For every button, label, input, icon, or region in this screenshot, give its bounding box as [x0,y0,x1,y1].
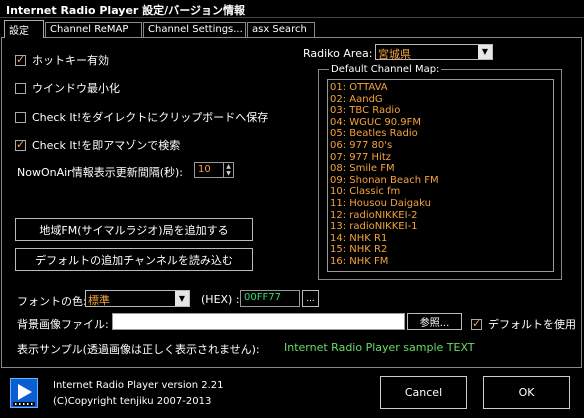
hex-color-input[interactable]: 00FF77 [240,290,300,307]
tab-asx-search[interactable]: asx Search [247,22,315,38]
chevron-down-icon: ▼ [175,291,189,306]
list-item[interactable]: 09: Shonan Beach FM [330,175,551,187]
chevron-down-icon: ▼ [478,45,492,59]
list-item[interactable]: 01: OTTAVA [330,82,551,94]
clipboard-checkbox[interactable] [15,111,26,123]
version-text: Internet Radio Player version 2.21 [53,380,224,391]
font-color-select[interactable]: 標準 ▼ [85,290,190,307]
radiko-area-select[interactable]: 宮城県 ▼ [375,44,493,61]
list-item[interactable]: 02: AandG [330,94,551,106]
channel-map-list[interactable]: 01: OTTAVA 02: AandG 03: TBC Radio 04: W… [327,79,554,272]
list-item[interactable]: 13: radioNIKKEI-1 [330,221,551,233]
list-item[interactable]: 05: Beatles Radio [330,128,551,140]
list-item[interactable]: 06: 977 80's [330,140,551,152]
nowonair-interval-label: NowOnAir情報表示更新間隔(秒): [17,166,183,179]
display-sample-label: 表示サンプル(透過画像は正しく表示されません): [17,343,260,356]
amazon-label: Check It!を即アマゾンで検索 [32,139,181,152]
radiko-area-label: Radiko Area: [303,47,373,60]
background-image-path-input[interactable] [112,313,405,330]
list-item[interactable]: 08: Smile FM [330,163,551,175]
list-item[interactable]: 12: radioNIKKEI-2 [330,210,551,222]
cancel-button[interactable]: Cancel [380,376,467,409]
background-image-label: 背景画像ファイル: [17,318,109,331]
spin-down-icon[interactable]: ▼ [224,170,233,177]
copyright-text: (C)Copyright tenjiku 2007-2013 [53,396,212,407]
spin-up-icon[interactable]: ▲ [224,163,233,170]
use-default-label: デフォルトを使用 [488,318,576,331]
hotkey-checkbox-row[interactable]: ホットキー有効 [15,52,109,68]
clipboard-label: Check It!をダイレクトにクリップボードへ保存 [32,111,269,124]
font-color-label: フォントの色: [17,295,87,308]
amazon-checkbox-row[interactable]: Check It!を即アマゾンで検索 [15,137,180,153]
hotkey-label: ホットキー有効 [32,54,109,67]
use-default-checkbox[interactable] [471,317,482,330]
list-item[interactable]: 04: WGUC 90.9FM [330,117,551,129]
tab-settings[interactable]: 設定 [4,20,44,38]
minimize-label: ウインドウ最小化 [32,82,120,95]
use-default-checkbox-row[interactable]: デフォルトを使用 [471,316,576,332]
minimize-checkbox-row[interactable]: ウインドウ最小化 [15,80,120,96]
list-item[interactable]: 07: 977 Hitz [330,152,551,164]
default-channel-map-label: Default Channel Map: [329,64,442,75]
minimize-checkbox[interactable] [15,82,26,94]
clipboard-checkbox-row[interactable]: Check It!をダイレクトにクリップボードへ保存 [15,109,268,125]
nowonair-interval-input[interactable]: 10 [194,162,224,178]
hotkey-checkbox[interactable] [15,53,26,66]
list-item[interactable]: 14: NHK R1 [330,233,551,245]
amazon-checkbox[interactable] [15,138,26,151]
list-item[interactable]: 03: TBC Radio [330,105,551,117]
tab-channel-remap[interactable]: Channel ReMAP [45,22,142,38]
add-local-fm-button[interactable]: 地域FM(サイマルラジオ)局を追加する [15,218,253,241]
list-item[interactable]: 11: Housou Daigaku [330,198,551,210]
list-item[interactable]: 16: NHK FM [330,256,551,268]
ok-button[interactable]: OK [483,376,570,409]
radiko-area-value: 宮城県 [378,48,411,61]
font-color-value: 標準 [88,294,110,307]
tab-channel-settings[interactable]: Channel Settings... [143,22,246,38]
list-item[interactable]: 10: Classic fm [330,186,551,198]
hex-label: (HEX) : [201,293,240,306]
list-item[interactable]: 15: NHK R2 [330,244,551,256]
window-title: Internet Radio Player 設定/バージョン情報 [6,4,245,17]
color-picker-button[interactable]: ... [302,290,319,307]
title-bar: Internet Radio Player 設定/バージョン情報 [0,0,584,18]
app-logo-icon [10,378,38,408]
load-default-channels-button[interactable]: デフォルトの追加チャンネルを読み込む [15,248,253,271]
display-sample-text: Internet Radio Player sample TEXT [284,341,475,354]
browse-button[interactable]: 参照... [407,313,462,330]
nowonair-interval-spinner[interactable]: ▲ ▼ [224,162,234,178]
